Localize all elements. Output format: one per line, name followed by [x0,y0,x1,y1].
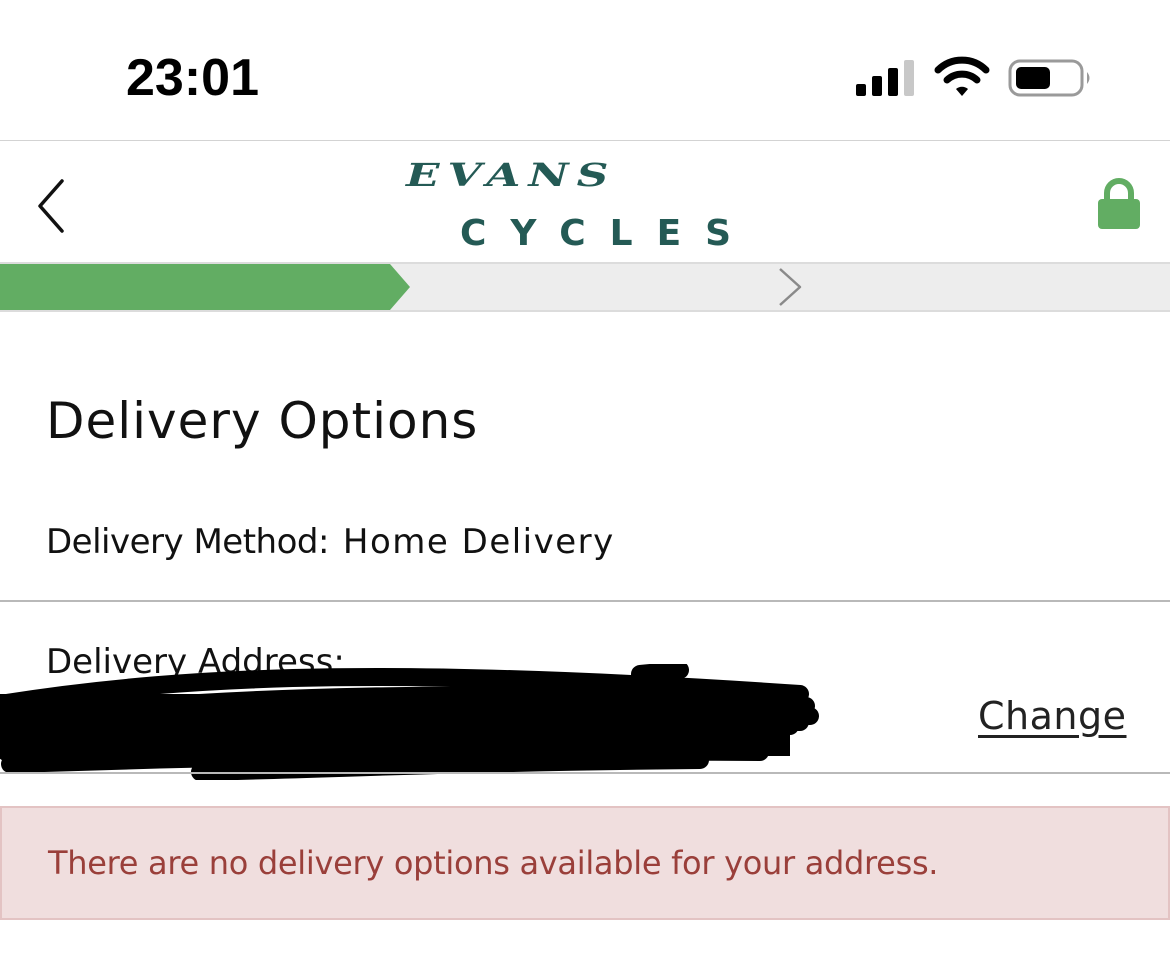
logo-wordmark-top: EVANS [406,157,617,194]
page-title: Delivery Options [46,392,479,450]
delivery-method-row: Delivery Method: Home Delivery [46,522,615,562]
progress-fill [0,264,410,310]
chevron-left-icon[interactable] [30,175,74,237]
delivery-method-label: Delivery Method: [46,522,329,562]
checkout-header: EVANS CYCLES [0,140,1170,263]
progress-step-chevron-icon [779,268,802,306]
alert-message: There are no delivery options available … [48,844,939,882]
cellular-signal-icon [856,60,914,96]
divider [0,600,1170,602]
delivery-method-value: Home Delivery [342,522,615,562]
status-time: 23:01 [126,49,259,107]
battery-icon [1008,59,1090,97]
redacted-address-scribble [0,664,819,780]
wifi-icon [934,56,990,96]
lock-icon [1098,178,1140,229]
delivery-error-alert: There are no delivery options available … [0,806,1170,920]
divider [0,772,1170,774]
change-address-link[interactable]: Change [978,694,1127,738]
status-bar: 23:01 [0,0,1170,140]
checkout-progress-bar [0,262,1170,312]
evans-cycles-logo[interactable]: EVANS CYCLES [400,157,770,257]
logo-wordmark-bottom: CYCLES [460,213,756,254]
